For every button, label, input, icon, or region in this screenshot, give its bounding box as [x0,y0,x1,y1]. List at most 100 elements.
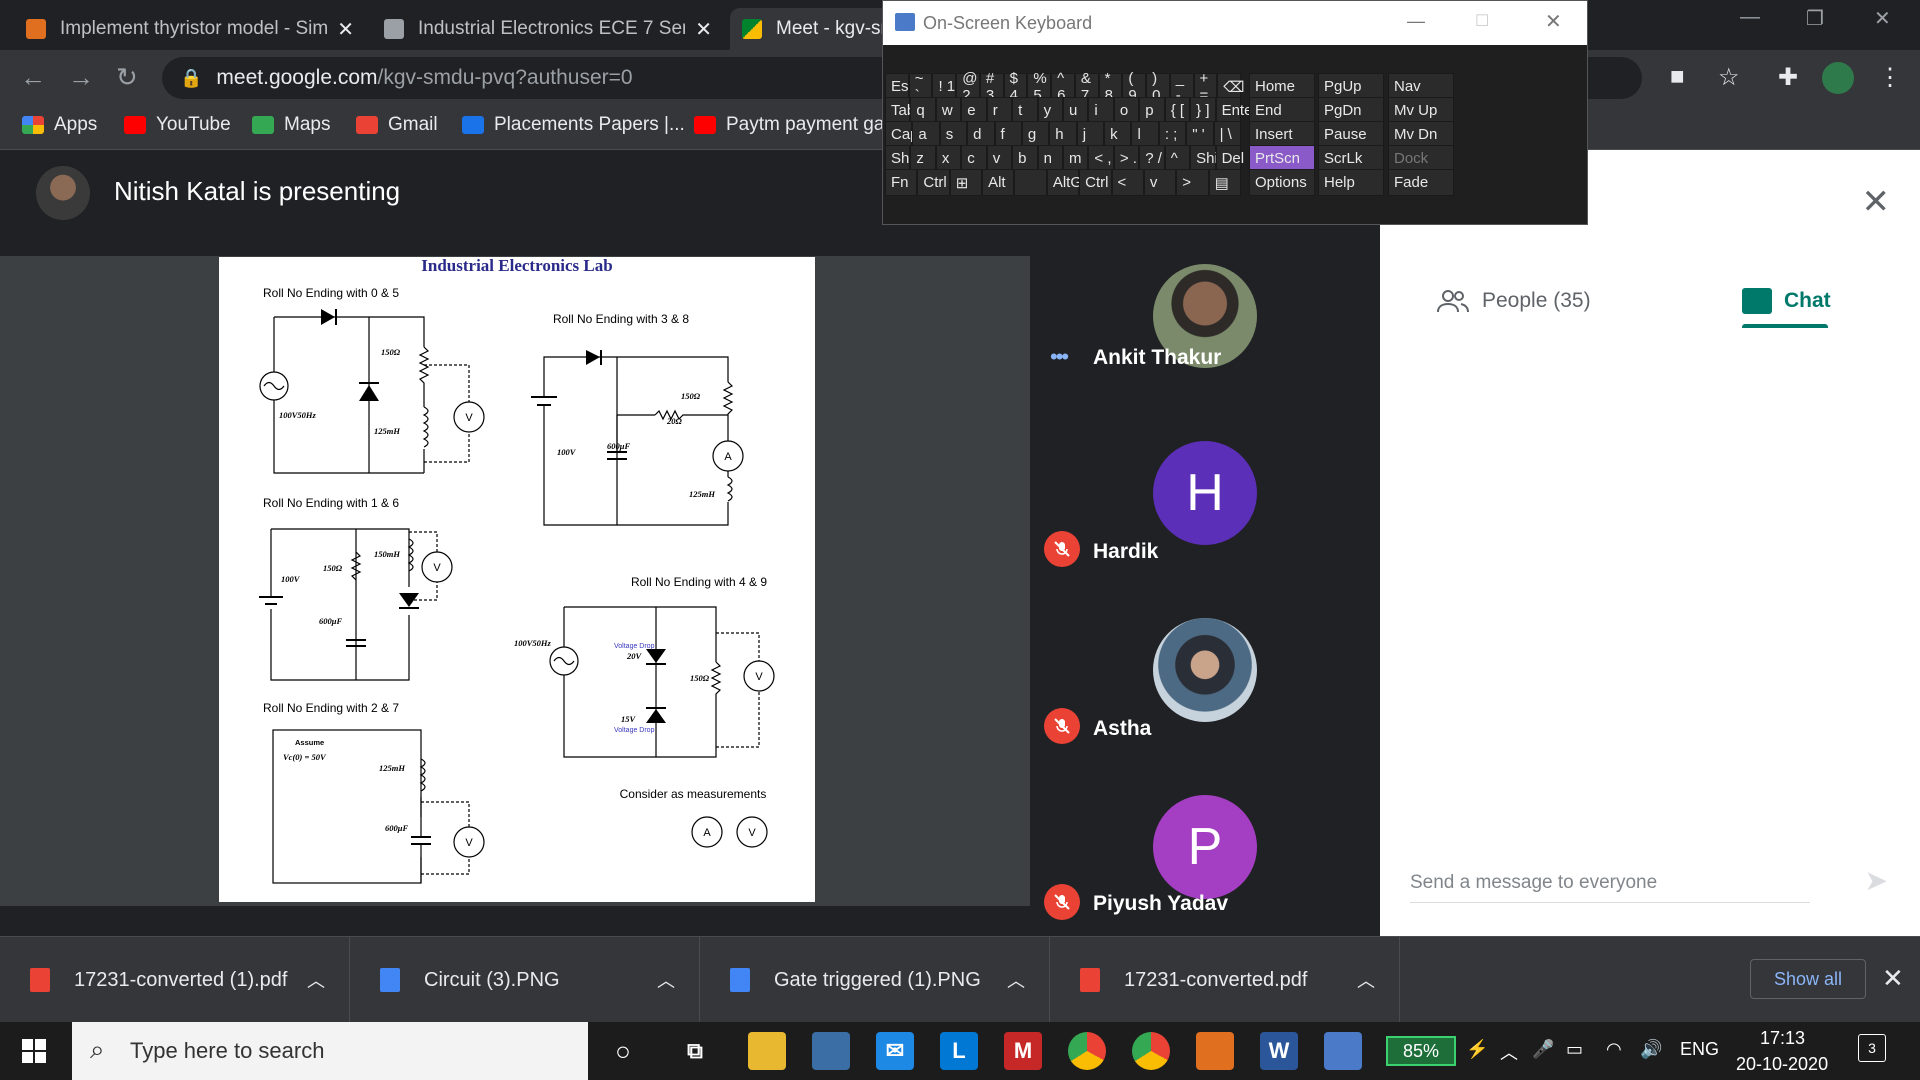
tab-people[interactable]: People (35) [1436,274,1591,328]
download-item[interactable]: Gate triggered (1).PNG ︿ [700,937,1050,1023]
osk-key[interactable]: Options [1249,169,1315,196]
l-app-icon[interactable]: L [940,1032,978,1070]
chevron-up-icon[interactable]: ︿ [657,967,675,993]
osk-key[interactable]: ( 9 [1122,70,1147,104]
osk-key[interactable]: > . [1113,145,1140,172]
osk-key[interactable]: ⌫ [1217,73,1244,100]
osk-key[interactable]: PgDn [1318,97,1384,124]
mcafee-icon[interactable]: M [1004,1032,1042,1070]
osk-key[interactable]: + = [1193,70,1218,104]
osk-key[interactable] [1014,169,1047,196]
osk-key[interactable]: Home [1249,73,1315,100]
osk-key[interactable]: q [910,97,936,124]
osk-key[interactable]: @ 2 [956,70,980,104]
osk-key[interactable]: x [935,145,962,172]
bookmark-gmail[interactable]: Gmail [356,114,438,136]
osk-key[interactable]: Insert [1249,121,1315,148]
osk-key[interactable]: e [961,97,987,124]
osk-key[interactable]: a [912,121,940,148]
osk-key[interactable]: g [1021,121,1050,148]
chevron-up-icon[interactable]: ︿ [1007,967,1025,993]
osk-key[interactable]: Pause [1318,121,1384,148]
osk-key[interactable]: Esc [885,73,916,100]
osk-key[interactable]: ⊞ [949,169,983,196]
bookmark-apps[interactable]: Apps [22,114,97,136]
bookmark-placements[interactable]: Placements Papers |... [462,114,685,136]
osk-key[interactable]: p [1139,97,1165,124]
osk-key[interactable]: Shift [885,145,921,172]
osk-key[interactable]: z [910,145,936,172]
chevron-up-icon[interactable]: ︿ [307,967,325,993]
osk-key[interactable]: Del [1215,145,1244,172]
osk-key[interactable]: t [1012,97,1038,124]
store-icon[interactable] [812,1032,850,1070]
menu-icon[interactable]: ⋮ [1878,63,1902,92]
word-icon[interactable]: W [1260,1032,1298,1070]
send-icon[interactable]: ➤ [1865,864,1888,897]
battery-indicator[interactable]: 85% [1386,1036,1456,1066]
osk-key[interactable]: v [1143,169,1177,196]
close-tab-icon[interactable]: ✕ [695,17,712,42]
osk-key[interactable]: ? / [1139,145,1165,172]
osk-minimize-icon[interactable]: — [1407,11,1425,32]
clock-time[interactable]: 17:13 [1760,1028,1805,1049]
close-tab-icon[interactable]: ✕ [337,17,354,42]
osk-key[interactable]: PgUp [1318,73,1384,100]
osk-key[interactable]: Fn [885,169,918,196]
chrome-icon[interactable] [1068,1032,1106,1070]
osk-key[interactable]: ) 0 [1146,70,1170,104]
osk-key[interactable]: % 5 [1027,70,1052,104]
osk-key[interactable]: | \ [1213,121,1241,148]
osk-key[interactable]: Ctrl [917,169,950,196]
tab-chat[interactable]: Chat [1742,274,1831,328]
osk-key[interactable]: & 7 [1074,70,1099,104]
restore-icon[interactable]: ❐ [1806,6,1824,31]
osk-key[interactable]: > [1176,169,1209,196]
osk-key[interactable]: o [1113,97,1140,124]
osk-key[interactable]: # 3 [979,70,1004,104]
osk-key[interactable]: < [1111,169,1144,196]
cortana-icon[interactable]: ○ [604,1032,642,1070]
osk-key[interactable]: ScrLk [1318,145,1384,172]
chat-message-input[interactable]: Send a message to everyone [1410,872,1810,903]
osk-key[interactable]: Dock [1388,145,1454,172]
clock-date[interactable]: 20-10-2020 [1736,1054,1828,1075]
profile-avatar[interactable] [1822,62,1854,94]
chrome-profile-icon[interactable] [1132,1032,1170,1070]
osk-key[interactable]: v [986,145,1013,172]
osk-key[interactable]: u [1063,97,1089,124]
download-item[interactable]: 17231-converted (1).pdf ︿ [0,937,350,1023]
osk-key[interactable]: Mv Up [1388,97,1454,124]
osk-key[interactable]: " ' [1186,121,1214,148]
osk-key[interactable]: w [935,97,962,124]
osk-key[interactable]: f [994,121,1022,148]
bookmark-youtube[interactable]: YouTube [124,114,231,136]
osk-key[interactable]: n [1037,145,1063,172]
osk-key[interactable]: Enter [1215,97,1257,124]
osk-key[interactable]: c [961,145,987,172]
osk-key[interactable]: Alt [982,169,1015,196]
bookmark-maps[interactable]: Maps [252,114,330,136]
volume-icon[interactable]: 🔊 [1640,1039,1662,1060]
show-all-button[interactable]: Show all [1750,959,1866,999]
osk-maximize-icon[interactable]: ☐ [1475,11,1489,31]
tab-matlab[interactable]: Implement thyristor model - Simu ✕ [14,8,366,50]
osk-key[interactable]: Help [1318,169,1384,196]
osk-key[interactable]: Shift [1190,145,1226,172]
camera-icon[interactable]: ■ [1670,63,1685,91]
back-icon[interactable]: ← [20,62,46,93]
osk-key[interactable]: j [1076,121,1105,148]
wifi-icon[interactable]: ◠ [1606,1039,1622,1060]
osk-key[interactable]: Caps [885,121,926,148]
matlab-icon[interactable] [1196,1032,1234,1070]
forward-icon[interactable]: → [68,62,94,93]
download-item[interactable]: 17231-converted.pdf ︿ [1050,937,1400,1023]
osk-key[interactable]: Fade [1388,169,1454,196]
osk-key[interactable]: AltGr [1046,169,1087,196]
osk-key[interactable]: ^ [1164,145,1191,172]
osk-key[interactable]: $ 4 [1003,70,1028,104]
taskbar-search[interactable]: ⌕ Type here to search [72,1022,588,1080]
osk-key[interactable]: r [986,97,1013,124]
star-icon[interactable]: ☆ [1718,63,1740,92]
minimize-icon[interactable]: — [1740,6,1760,29]
